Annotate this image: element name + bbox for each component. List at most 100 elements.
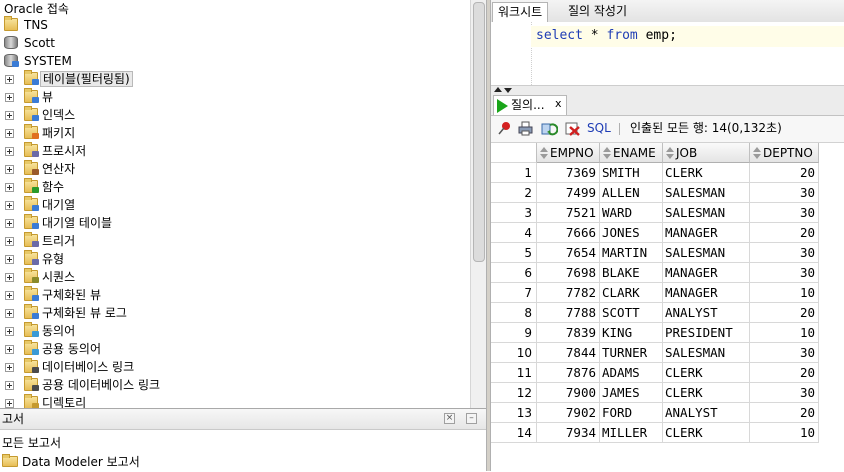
cell-empno[interactable]: 7521 xyxy=(537,203,600,223)
expand-icon[interactable] xyxy=(5,273,14,282)
cell-job[interactable]: SALESMAN xyxy=(663,203,750,223)
cell-job[interactable]: ANALYST xyxy=(663,403,750,423)
expand-icon[interactable] xyxy=(5,165,14,174)
cell-job[interactable]: PRESIDENT xyxy=(663,323,750,343)
column-header-deptno[interactable]: DEPTNO xyxy=(750,143,819,163)
expand-icon[interactable] xyxy=(5,291,14,300)
expand-icon[interactable] xyxy=(5,381,14,390)
cell-deptno[interactable]: 30 xyxy=(750,343,819,363)
expand-icon[interactable] xyxy=(5,345,14,354)
expand-icon[interactable] xyxy=(5,147,14,156)
expand-icon[interactable] xyxy=(5,219,14,228)
cell-deptno[interactable]: 20 xyxy=(750,223,819,243)
cell-deptno[interactable]: 30 xyxy=(750,383,819,403)
cell-job[interactable]: MANAGER xyxy=(663,223,750,243)
cell-ename[interactable]: WARD xyxy=(600,203,663,223)
cell-ename[interactable]: MILLER xyxy=(600,423,663,443)
cell-job[interactable]: MANAGER xyxy=(663,283,750,303)
expand-icon[interactable] xyxy=(5,327,14,336)
cell-empno[interactable]: 7844 xyxy=(537,343,600,363)
table-row[interactable]: 12 7900 JAMES CLERK 30 xyxy=(491,383,844,403)
cell-ename[interactable]: MARTIN xyxy=(600,243,663,263)
cell-empno[interactable]: 7782 xyxy=(537,283,600,303)
refresh-icon[interactable] xyxy=(541,121,559,136)
cell-ename[interactable]: JONES xyxy=(600,223,663,243)
cell-empno[interactable]: 7369 xyxy=(537,163,600,183)
cell-deptno[interactable]: 30 xyxy=(750,203,819,223)
expand-icon[interactable] xyxy=(5,93,14,102)
table-row[interactable]: 13 7902 FORD ANALYST 20 xyxy=(491,403,844,423)
tree-scrollbar-thumb[interactable] xyxy=(473,2,485,262)
table-row[interactable]: 3 7521 WARD SALESMAN 30 xyxy=(491,203,844,223)
cell-empno[interactable]: 7839 xyxy=(537,323,600,343)
cell-job[interactable]: CLERK xyxy=(663,363,750,383)
cell-job[interactable]: MANAGER xyxy=(663,263,750,283)
cell-deptno[interactable]: 30 xyxy=(750,183,819,203)
cell-job[interactable]: SALESMAN xyxy=(663,343,750,363)
cell-deptno[interactable]: 20 xyxy=(750,163,819,183)
cell-ename[interactable]: BLAKE xyxy=(600,263,663,283)
table-row[interactable]: 6 7698 BLAKE MANAGER 30 xyxy=(491,263,844,283)
print-icon[interactable] xyxy=(518,121,533,136)
cell-empno[interactable]: 7499 xyxy=(537,183,600,203)
cell-ename[interactable]: CLARK xyxy=(600,283,663,303)
table-row[interactable]: 11 7876 ADAMS CLERK 20 xyxy=(491,363,844,383)
expand-icon[interactable] xyxy=(5,237,14,246)
cell-empno[interactable]: 7902 xyxy=(537,403,600,423)
cell-job[interactable]: CLERK xyxy=(663,423,750,443)
column-header-empno[interactable]: EMPNO xyxy=(537,143,600,163)
table-row[interactable]: 5 7654 MARTIN SALESMAN 30 xyxy=(491,243,844,263)
cell-empno[interactable]: 7934 xyxy=(537,423,600,443)
cell-ename[interactable]: SMITH xyxy=(600,163,663,183)
expand-icon[interactable] xyxy=(5,201,14,210)
tab-query-result[interactable]: 질의... x xyxy=(493,95,567,115)
cell-ename[interactable]: ADAMS xyxy=(600,363,663,383)
collapse-down-icon[interactable] xyxy=(504,88,512,93)
table-row[interactable]: 7 7782 CLARK MANAGER 10 xyxy=(491,283,844,303)
table-row[interactable]: 14 7934 MILLER CLERK 10 xyxy=(491,423,844,443)
cell-deptno[interactable]: 10 xyxy=(750,323,819,343)
expand-icon[interactable] xyxy=(5,129,14,138)
expand-icon[interactable] xyxy=(5,255,14,264)
table-row[interactable]: 8 7788 SCOTT ANALYST 20 xyxy=(491,303,844,323)
cancel-icon[interactable] xyxy=(565,121,580,136)
cell-deptno[interactable]: 30 xyxy=(750,263,819,283)
cell-empno[interactable]: 7876 xyxy=(537,363,600,383)
table-row[interactable]: 9 7839 KING PRESIDENT 10 xyxy=(491,323,844,343)
cell-ename[interactable]: ALLEN xyxy=(600,183,663,203)
sql-button[interactable]: SQL xyxy=(587,121,611,136)
cell-empno[interactable]: 7666 xyxy=(537,223,600,243)
cell-ename[interactable]: KING xyxy=(600,323,663,343)
expand-icon[interactable] xyxy=(5,111,14,120)
cell-deptno[interactable]: 20 xyxy=(750,363,819,383)
cell-ename[interactable]: FORD xyxy=(600,403,663,423)
column-header-job[interactable]: JOB xyxy=(663,143,750,163)
cell-empno[interactable]: 7698 xyxy=(537,263,600,283)
cell-job[interactable]: CLERK xyxy=(663,163,750,183)
expand-icon[interactable] xyxy=(5,309,14,318)
cell-empno[interactable]: 7654 xyxy=(537,243,600,263)
cell-empno[interactable]: 7900 xyxy=(537,383,600,403)
cell-job[interactable]: ANALYST xyxy=(663,303,750,323)
table-row[interactable]: 10 7844 TURNER SALESMAN 30 xyxy=(491,343,844,363)
cell-deptno[interactable]: 20 xyxy=(750,403,819,423)
tab-worksheet[interactable]: 워크시트 xyxy=(492,2,549,22)
cell-empno[interactable]: 7788 xyxy=(537,303,600,323)
cell-deptno[interactable]: 10 xyxy=(750,283,819,303)
table-row[interactable]: 4 7666 JONES MANAGER 20 xyxy=(491,223,844,243)
column-header-ename[interactable]: ENAME xyxy=(600,143,663,163)
collapse-up-icon[interactable] xyxy=(494,87,502,92)
expand-icon[interactable] xyxy=(5,363,14,372)
reports-item-all[interactable]: 모든 보고서 xyxy=(2,435,61,451)
tab-query-builder[interactable]: 질의 작성기 xyxy=(563,2,632,21)
cell-job[interactable]: CLERK xyxy=(663,383,750,403)
table-row[interactable]: 1 7369 SMITH CLERK 20 xyxy=(491,163,844,183)
cell-ename[interactable]: SCOTT xyxy=(600,303,663,323)
pin-icon[interactable] xyxy=(497,121,512,136)
cell-ename[interactable]: TURNER xyxy=(600,343,663,363)
cell-job[interactable]: SALESMAN xyxy=(663,183,750,203)
table-row[interactable]: 2 7499 ALLEN SALESMAN 30 xyxy=(491,183,844,203)
cell-ename[interactable]: JAMES xyxy=(600,383,663,403)
reports-item-data-modeler[interactable]: Data Modeler 보고서 xyxy=(2,453,302,471)
minimize-panel-button[interactable]: – xyxy=(466,413,477,424)
